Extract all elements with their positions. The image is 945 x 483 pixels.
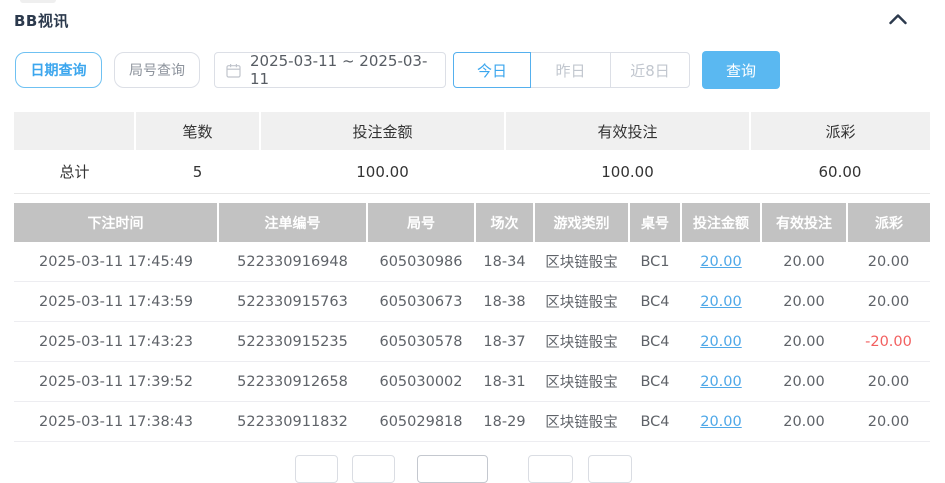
table-row: 2025-03-11 17:43:59522330915763605030673… xyxy=(14,282,930,322)
summary-col-valid-bet: 有效投注 xyxy=(505,112,750,150)
summary-total-bet-amount: 100.00 xyxy=(260,150,505,194)
summary-total-label: 总计 xyxy=(14,150,135,194)
pagination-page-select[interactable] xyxy=(417,455,488,483)
col-bet-id: 注单编号 xyxy=(218,203,367,242)
summary-total-row: 总计 5 100.00 100.00 60.00 xyxy=(14,150,930,194)
summary-header-row: 笔数 投注金额 有效投注 派彩 xyxy=(14,112,930,150)
col-valid-bet: 有效投注 xyxy=(761,203,847,242)
table-row: 2025-03-11 17:43:23522330915235605030578… xyxy=(14,322,930,362)
pagination-last-page-button[interactable] xyxy=(588,455,632,483)
col-round-no: 局号 xyxy=(367,203,475,242)
collapse-panel-button[interactable] xyxy=(885,10,911,28)
bet-amount-link[interactable]: 20.00 xyxy=(700,414,742,430)
col-bet-time: 下注时间 xyxy=(14,203,218,242)
pagination-prev-page-button[interactable] xyxy=(352,455,395,483)
summary-col-payout: 派彩 xyxy=(750,112,930,150)
quick-range-today-button[interactable]: 今日 xyxy=(453,52,531,88)
search-button[interactable]: 查询 xyxy=(702,51,780,89)
summary-total-valid-bet: 100.00 xyxy=(505,150,750,194)
summary-col-bet-amount: 投注金额 xyxy=(260,112,505,150)
bet-amount-link[interactable]: 20.00 xyxy=(700,294,742,310)
pagination-next-page-button[interactable] xyxy=(528,455,573,483)
calendar-icon xyxy=(226,63,241,78)
tab-date-query[interactable]: 日期查询 xyxy=(15,52,102,88)
table-row: 2025-03-11 17:38:43522330911832605029818… xyxy=(14,402,930,442)
col-payout: 派彩 xyxy=(847,203,930,242)
records-body: 2025-03-11 17:45:49522330916948605030986… xyxy=(14,242,930,442)
pagination-first-page-button[interactable] xyxy=(295,455,338,483)
records-table: 下注时间 注单编号 局号 场次 游戏类别 桌号 投注金额 有效投注 派彩 202… xyxy=(14,203,930,442)
records-header-row: 下注时间 注单编号 局号 场次 游戏类别 桌号 投注金额 有效投注 派彩 xyxy=(14,203,930,242)
summary-total-payout: 60.00 xyxy=(750,150,930,194)
summary-col-empty xyxy=(14,112,135,150)
clipped-element-remnant xyxy=(20,0,56,3)
tab-round-query[interactable]: 局号查询 xyxy=(114,52,200,88)
col-session: 场次 xyxy=(475,203,534,242)
bet-amount-link[interactable]: 20.00 xyxy=(700,374,742,390)
date-range-value: 2025-03-11 ~ 2025-03-11 xyxy=(250,52,445,88)
page-title: BB视讯 xyxy=(14,10,69,31)
col-game-type: 游戏类别 xyxy=(534,203,629,242)
summary-col-count: 笔数 xyxy=(135,112,260,150)
quick-range-yesterday-button[interactable]: 昨日 xyxy=(530,52,611,88)
chevron-up-icon xyxy=(888,13,908,25)
bet-amount-link[interactable]: 20.00 xyxy=(700,334,742,350)
table-row: 2025-03-11 17:45:49522330916948605030986… xyxy=(14,242,930,282)
table-row: 2025-03-11 17:39:52522330912658605030002… xyxy=(14,362,930,402)
col-table-no: 桌号 xyxy=(629,203,681,242)
summary-table: 笔数 投注金额 有效投注 派彩 总计 5 100.00 100.00 60.00 xyxy=(14,112,930,194)
bet-amount-link[interactable]: 20.00 xyxy=(700,254,742,270)
date-range-picker[interactable]: 2025-03-11 ~ 2025-03-11 xyxy=(214,52,446,88)
quick-range-last8days-button[interactable]: 近8日 xyxy=(610,52,690,88)
col-bet-amount: 投注金额 xyxy=(681,203,761,242)
summary-total-count: 5 xyxy=(135,150,260,194)
